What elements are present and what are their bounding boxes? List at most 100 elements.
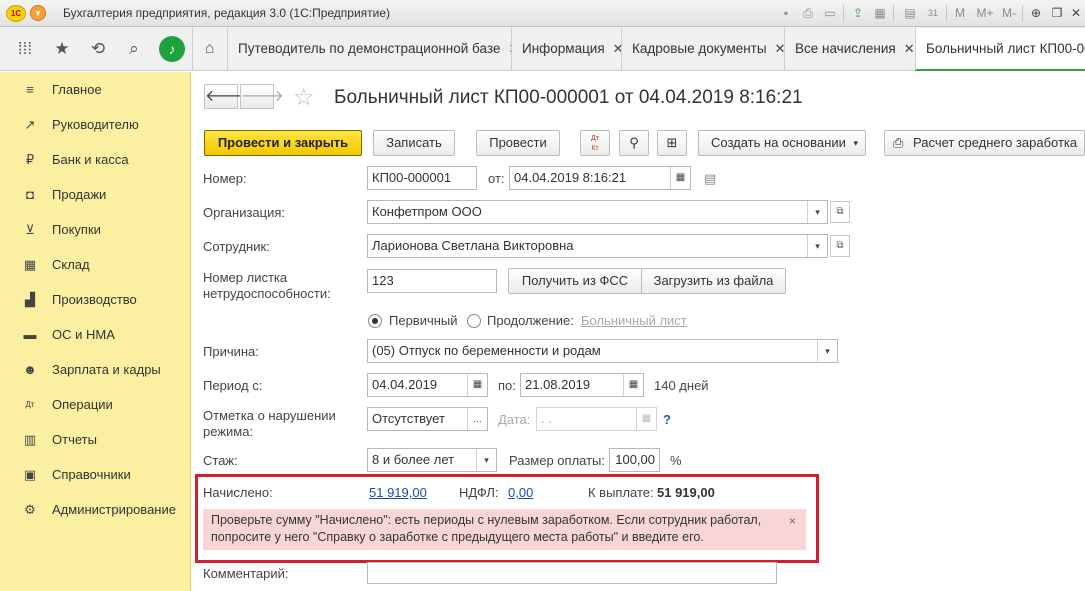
period-to-field[interactable]: 21.08.2019 ▦ <box>520 373 644 397</box>
warning-line-1: Проверьте сумму "Начислено": есть период… <box>211 513 762 527</box>
violation-date-field[interactable]: . . ▦ <box>536 407 657 431</box>
chevron-down-icon[interactable]: ▾ <box>807 235 827 257</box>
back-arrow-icon[interactable]: 🡐 <box>204 84 248 109</box>
employee-field[interactable]: Ларионова Светлана Викторовна ▾ <box>367 234 828 258</box>
zoom-icon[interactable]: ⊕ <box>1028 5 1044 21</box>
number-field[interactable]: КП00-000001 <box>367 166 477 190</box>
ndfl-link[interactable]: 0,00 <box>508 485 533 500</box>
help-icon[interactable]: ? <box>663 412 671 427</box>
calendar-icon[interactable]: ▦ <box>467 374 487 396</box>
calendar-icon[interactable]: ▦ <box>623 374 643 396</box>
history-icon[interactable]: ⟲ <box>85 36 111 62</box>
primary-radio[interactable] <box>368 314 382 328</box>
upload-icon[interactable]: ⇪ <box>850 5 866 21</box>
save-button[interactable]: Записать <box>373 130 455 156</box>
preview-icon[interactable]: ▭ <box>822 5 838 21</box>
close-window-icon[interactable]: ✕ <box>1068 5 1084 21</box>
calendar-icon[interactable]: 31 <box>925 5 941 21</box>
close-tab-icon[interactable]: ✕ <box>775 41 784 56</box>
chevron-down-icon[interactable]: ▾ <box>476 449 496 471</box>
continuation-label: Продолжение: <box>487 313 574 328</box>
tab-guide[interactable]: Путеводитель по демонстрационной базе✕ <box>227 28 511 70</box>
continuation-link[interactable]: Больничный лист <box>581 313 687 328</box>
search-icon[interactable]: ⌕ <box>121 36 147 62</box>
tab-sick-leave[interactable]: Больничный лист КП00-000001 от 04.04.201… <box>915 28 1085 71</box>
close-tab-icon[interactable]: ✕ <box>613 41 621 56</box>
violation-field[interactable]: Отсутствует… <box>367 407 488 431</box>
close-icon[interactable]: × <box>789 513 796 530</box>
cart-icon: ⊻ <box>25 222 35 237</box>
tab-all-accruals[interactable]: Все начисления ✕ <box>784 28 915 70</box>
app-logo: 1С <box>6 5 26 22</box>
calendar-icon[interactable]: ▦ <box>636 408 656 430</box>
organization-field[interactable]: Конфетпром ООО ▾ <box>367 200 828 224</box>
home-tab-icon[interactable]: ⌂ <box>192 28 226 70</box>
date-field[interactable]: 04.04.2019 8:16:21 ▦ <box>509 166 691 190</box>
tile-icon[interactable]: ▦ <box>872 5 888 21</box>
post-and-close-button[interactable]: Провести и закрыть <box>204 130 362 156</box>
sidebar-item-reports[interactable]: ▥ Отчеты <box>0 425 191 455</box>
accrued-link[interactable]: 51 919,00 <box>369 485 427 500</box>
sheet-number-field[interactable]: 123 <box>367 269 497 293</box>
sidebar-item-manager[interactable]: ↗ Руководителю <box>0 110 191 140</box>
structure-icon[interactable]: ⊞ <box>657 130 687 156</box>
continuation-radio[interactable] <box>467 314 481 328</box>
people-icon: ☻ <box>23 362 37 377</box>
comment-history-icon[interactable]: ▤ <box>704 171 716 187</box>
tab-hr-documents[interactable]: Кадровые документы✕ <box>621 28 784 70</box>
period-from-field[interactable]: 04.04.2019 ▦ <box>367 373 488 397</box>
sheet-number-label-1: Номер листка <box>203 270 288 285</box>
calendar-icon[interactable]: ▦ <box>670 167 690 189</box>
ruble-icon: ₽ <box>25 152 35 167</box>
chevron-down-icon[interactable]: ▾ <box>817 340 837 362</box>
reason-field[interactable]: (05) Отпуск по беременности и родам ▾ <box>367 339 838 363</box>
sidebar-item-operations[interactable]: Дт Операции <box>0 390 191 420</box>
chevron-down-icon[interactable]: ▾ <box>807 201 827 223</box>
forward-arrow-icon[interactable]: 🡒 <box>240 84 284 109</box>
sidebar-item-production[interactable]: ▟ Производство <box>0 285 191 315</box>
printer-icon: ⎙ <box>893 135 904 150</box>
number-label: Номер: <box>203 171 247 186</box>
notifications-bell-icon[interactable]: ♪ <box>159 36 185 62</box>
sidebar-item-warehouse[interactable]: ▦ Склад <box>0 250 191 280</box>
avg-earnings-button[interactable]: ⎙ Расчет среднего заработка <box>884 130 1085 156</box>
sheet-number-label-2: нетрудоспособности: <box>203 286 331 301</box>
pay-size-field[interactable]: 100,00 <box>609 448 660 472</box>
m-plus-icon[interactable]: M+ <box>974 5 996 21</box>
restore-icon[interactable]: ❐ <box>1049 5 1065 21</box>
apps-grid-icon[interactable]: ⁞⁞⁞ <box>12 36 38 62</box>
sidebar-item-sales[interactable]: ◘ Продажи <box>0 180 191 210</box>
menu-icon: ≡ <box>26 82 34 97</box>
close-tab-icon[interactable]: ✕ <box>904 41 915 56</box>
sidebar-item-administration[interactable]: ⚙ Администрирование <box>0 495 191 525</box>
sidebar-item-main[interactable]: ≡ Главное <box>0 75 191 105</box>
main-menu-button[interactable]: ▾ <box>30 5 46 21</box>
ellipsis-icon[interactable]: … <box>467 408 487 430</box>
favorites-star-icon[interactable]: ★ <box>49 36 75 62</box>
save-icon[interactable]: ▪ <box>778 5 794 21</box>
get-from-fss-button[interactable]: Получить из ФСС <box>508 268 642 294</box>
date-from-label: от: <box>488 171 505 186</box>
open-employee-icon[interactable]: ⧉ <box>830 235 850 257</box>
sidebar-item-bank[interactable]: ₽ Банк и касса <box>0 145 191 175</box>
post-button[interactable]: Провести <box>476 130 560 156</box>
tab-information[interactable]: Информация✕ <box>511 28 621 70</box>
m-minus-icon[interactable]: M- <box>999 5 1019 21</box>
page-title: Больничный лист КП00-000001 от 04.04.201… <box>334 87 803 108</box>
create-based-on-button[interactable]: Создать на основании ▾ <box>698 130 866 156</box>
m-memory-icon[interactable]: M <box>952 5 968 21</box>
sidebar-item-purchases[interactable]: ⊻ Покупки <box>0 215 191 245</box>
sidebar-item-directories[interactable]: ▣ Справочники <box>0 460 191 490</box>
sidebar-item-fixed-assets[interactable]: ▬ ОС и НМА <box>0 320 191 350</box>
comment-field[interactable] <box>367 562 777 584</box>
calculator-icon[interactable]: ▤ <box>902 5 918 21</box>
attach-icon[interactable]: ⚲ <box>619 130 649 156</box>
favorite-star-icon[interactable]: ☆ <box>293 83 315 112</box>
violation-label-1: Отметка о нарушении <box>203 408 336 423</box>
load-from-file-button[interactable]: Загрузить из файла <box>641 268 786 294</box>
print-icon[interactable]: ⎙ <box>800 5 816 21</box>
open-organization-icon[interactable]: ⧉ <box>830 201 850 223</box>
experience-field[interactable]: 8 и более лет ▾ <box>367 448 497 472</box>
sidebar-item-salary[interactable]: ☻ Зарплата и кадры <box>0 355 191 385</box>
dt-kt-icon[interactable]: Дт Кт <box>580 130 610 156</box>
